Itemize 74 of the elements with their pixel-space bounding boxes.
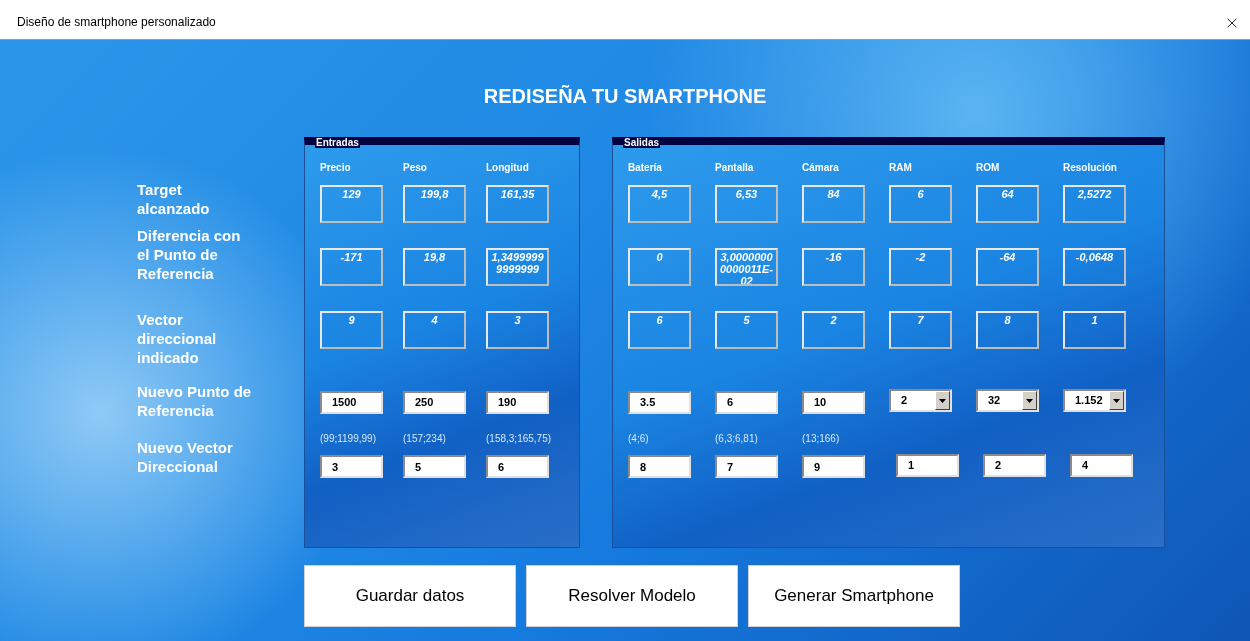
- action-button[interactable]: Resolver Modelo: [526, 565, 738, 627]
- output-box: 2: [802, 311, 865, 349]
- output-box: -171: [320, 248, 383, 286]
- range-hint: (158,3;165,75): [486, 432, 552, 444]
- output-box: 2,5272: [1063, 185, 1126, 223]
- output-box: 199,8: [403, 185, 466, 223]
- column-header: Resolución: [1063, 162, 1118, 174]
- caret-icon[interactable]: [1109, 391, 1124, 410]
- input-field[interactable]: 190: [486, 390, 549, 414]
- output-box: 6,53: [715, 185, 778, 223]
- dropdown[interactable]: 2: [889, 389, 952, 412]
- output-box: 0: [628, 248, 691, 286]
- input-field[interactable]: 6: [715, 390, 778, 414]
- input-field[interactable]: 250: [403, 390, 466, 414]
- caret-icon[interactable]: [1022, 391, 1037, 410]
- range-hint: (157;234): [403, 432, 446, 444]
- input-field[interactable]: 10: [802, 390, 865, 414]
- dropdown[interactable]: 32: [976, 389, 1039, 412]
- input-field[interactable]: 1: [896, 453, 959, 477]
- output-box: 7: [889, 311, 952, 349]
- output-box: 64: [976, 185, 1039, 223]
- range-hint: (4;6): [628, 432, 649, 444]
- row-label: Nuevo Vector Direccional: [137, 438, 234, 476]
- input-field[interactable]: 5: [403, 455, 466, 478]
- column-header: Cámara: [802, 162, 840, 174]
- column-header: Peso: [403, 162, 428, 174]
- window-title: Diseño de smartphone personalizado: [17, 14, 216, 31]
- output-box: 5: [715, 311, 778, 349]
- panel-title: Entradas: [315, 137, 360, 148]
- input-field[interactable]: 4: [1070, 453, 1133, 477]
- action-button[interactable]: Guardar datos: [304, 565, 516, 627]
- output-box: 1: [1063, 311, 1126, 349]
- output-box: 6: [889, 185, 952, 223]
- column-header: Precio: [320, 162, 352, 174]
- output-box: 129: [320, 185, 383, 223]
- output-box: -0,0648: [1063, 248, 1126, 286]
- input-field[interactable]: 3.5: [628, 390, 691, 414]
- output-box: 161,35: [486, 185, 549, 223]
- panel-title: Salidas: [623, 137, 661, 148]
- output-box: 84: [802, 185, 865, 223]
- heading: REDISEÑA TU SMARTPHONE: [482, 84, 768, 108]
- output-box: 9: [320, 311, 383, 349]
- output-box: 4,5: [628, 185, 691, 223]
- output-box: 6: [628, 311, 691, 349]
- row-label: Vector direccional indicado: [137, 310, 218, 367]
- dropdown[interactable]: 1.152: [1063, 389, 1126, 412]
- input-field[interactable]: 3: [320, 455, 383, 478]
- column-header: Longitud: [486, 162, 530, 174]
- output-box: -64: [976, 248, 1039, 286]
- range-hint: (13;166): [802, 432, 840, 444]
- row-label: Nuevo Punto de Referencia: [137, 382, 253, 420]
- output-box: 4: [403, 311, 466, 349]
- input-field[interactable]: 9: [802, 455, 865, 478]
- row-label: Diferencia con el Punto de Referencia: [137, 226, 242, 283]
- input-field[interactable]: 6: [486, 455, 549, 478]
- caret-icon[interactable]: [935, 391, 950, 410]
- column-header: Batería: [628, 162, 663, 174]
- input-field[interactable]: 7: [715, 455, 778, 478]
- action-button[interactable]: Generar Smartphone: [748, 565, 960, 627]
- output-box: 19,8: [403, 248, 466, 286]
- input-field[interactable]: 1500: [320, 390, 383, 414]
- output-box: -2: [889, 248, 952, 286]
- row-label: Target alcanzado: [137, 180, 211, 218]
- range-hint: (99;1199,99): [320, 432, 376, 444]
- input-field[interactable]: 8: [628, 455, 691, 478]
- column-header: ROM: [976, 162, 1001, 174]
- output-box: 3: [486, 311, 549, 349]
- column-header: Pantalla: [715, 162, 755, 174]
- column-header: RAM: [889, 162, 913, 174]
- output-box: -16: [802, 248, 865, 286]
- range-hint: (6,3;6,81): [715, 432, 758, 444]
- input-field[interactable]: 2: [983, 453, 1046, 477]
- output-box: 8: [976, 311, 1039, 349]
- output-box: 1,34999999999999: [486, 248, 549, 286]
